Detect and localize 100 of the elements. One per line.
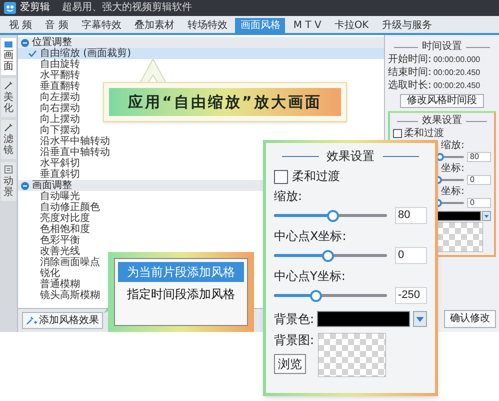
style-label: 色相饱和度 [40, 224, 90, 235]
style-label: 锐化 [40, 268, 60, 279]
style-item[interactable]: 向下摆动 [18, 125, 82, 136]
confirm-button[interactable]: 确认修改 [444, 310, 496, 328]
dropdown-button[interactable] [482, 211, 491, 221]
wand-icon [4, 81, 13, 90]
frame-icon [4, 165, 13, 174]
slider-thumb[interactable] [326, 210, 339, 222]
caret-icon [416, 316, 424, 322]
time-value: 00:00:20.450 [433, 82, 480, 90]
style-item[interactable]: 锐化 [18, 268, 62, 279]
tab[interactable]: 升级与服务 [376, 18, 437, 33]
value-field[interactable]: 80 [395, 207, 427, 224]
style-label: 水平斜切 [40, 158, 80, 169]
background-image-label: 背景图: [274, 333, 314, 348]
slider-label: 中心点X坐标: [274, 229, 348, 244]
color-swatch[interactable] [317, 311, 410, 327]
style-label: 消除画面噪点 [40, 257, 100, 268]
style-label: 沿水平中轴转动 [40, 136, 110, 147]
browse-button[interactable]: 浏览 [274, 354, 306, 374]
style-label: 改善光线 [40, 246, 80, 257]
style-item[interactable]: 向右摆动 [18, 103, 82, 114]
slider-label: 坐标: [441, 163, 464, 174]
collapse-icon[interactable] [21, 182, 29, 190]
style-item[interactable]: 亮度对比度 [18, 213, 92, 224]
style-item[interactable]: 垂直斜切 [18, 169, 82, 180]
background-color-label: 背景色: [274, 312, 314, 326]
style-label: 镜头高斯模糊 [40, 290, 100, 301]
style-item[interactable]: 自动曝光 [18, 191, 82, 202]
value-field[interactable]: 80 [467, 152, 491, 162]
style-label: 自由旋转 [40, 59, 80, 70]
tab[interactable]: 字幕特效 [76, 18, 126, 33]
section-title: 效果设置 [422, 115, 462, 127]
tab[interactable]: 卡拉OK [329, 18, 374, 33]
menu-item[interactable]: 指定时间段添加风格 [118, 284, 244, 304]
side-tab[interactable]: 动景 [1, 162, 16, 201]
style-item[interactable]: 垂直翻转 [18, 81, 82, 92]
wand-icon [4, 123, 13, 132]
tab[interactable]: M T V [288, 18, 326, 33]
style-item[interactable]: 色相饱和度 [18, 224, 92, 235]
style-label: 色彩平衡 [40, 235, 80, 246]
style-item[interactable]: 沿水平中轴转动 [18, 136, 112, 147]
value-field[interactable]: 0 [395, 247, 427, 264]
style-label: 自动修正颜色 [40, 202, 100, 213]
background-image-preview [437, 222, 483, 252]
style-item[interactable]: 沿垂直中轴转动 [18, 147, 112, 158]
style-label: 垂直斜切 [40, 169, 80, 180]
style-label: 向右摆动 [40, 103, 80, 114]
style-label: 向下摆动 [40, 125, 80, 136]
checkbox[interactable] [393, 129, 402, 138]
tab[interactable]: 转场特效 [182, 18, 232, 33]
edit-time-button[interactable]: 修改风格时间段 [400, 94, 484, 108]
style-item[interactable]: 向左摆动 [18, 92, 82, 103]
side-tab[interactable]: 美化 [1, 78, 16, 117]
style-item[interactable]: 自动修正颜色 [18, 202, 102, 213]
style-label: 自由缩放 (画面裁剪) [40, 48, 131, 59]
time-label: 开始时间: [388, 54, 432, 64]
value-field[interactable]: -250 [395, 287, 427, 304]
slider-thumb[interactable] [322, 250, 334, 262]
logo-icon [4, 2, 16, 14]
style-label: 沿垂直中轴转动 [40, 147, 110, 158]
value-field[interactable]: 0 [467, 198, 491, 208]
tab[interactable]: 视 频 [4, 18, 38, 33]
style-label: 向左摆动 [40, 92, 80, 103]
section-title: 效果设置 [326, 148, 374, 164]
style-item[interactable]: 自由缩放 (画面裁剪) [18, 48, 384, 59]
time-value: 00:00:00.000 [433, 56, 480, 64]
side-tab[interactable]: 滤镜 [1, 120, 16, 159]
slider-thumb[interactable] [310, 290, 322, 302]
checkbox[interactable] [274, 170, 288, 184]
style-item[interactable]: 水平翻转 [18, 70, 82, 81]
group-header[interactable]: 位置调整 [18, 37, 384, 48]
group-label: 位置调整 [32, 37, 72, 48]
style-label: 水平翻转 [40, 70, 80, 81]
side-tab[interactable]: 画面 [1, 38, 16, 75]
style-item[interactable]: 改善光线 [18, 246, 82, 257]
style-item[interactable]: 自由旋转 [18, 59, 82, 70]
wand-icon [26, 316, 37, 325]
style-item[interactable]: 镜头高斯模糊 [18, 290, 102, 301]
color-swatch[interactable] [435, 211, 481, 221]
time-label: 选取时长: [388, 80, 432, 90]
style-item[interactable]: 水平斜切 [18, 158, 82, 169]
slider[interactable] [274, 290, 387, 302]
slider[interactable] [274, 210, 387, 222]
style-item[interactable]: 消除画面噪点 [18, 257, 102, 268]
tab[interactable]: 叠加素材 [129, 18, 180, 33]
screen-icon [4, 41, 13, 48]
style-item[interactable]: 色彩平衡 [18, 235, 82, 246]
style-item[interactable]: 向上摆动 [18, 114, 82, 125]
dropdown-button[interactable] [413, 311, 427, 327]
tab[interactable]: 音 频 [40, 18, 74, 33]
style-label: 亮度对比度 [40, 213, 90, 224]
style-label: 垂直翻转 [40, 81, 80, 92]
section-title: 时间设置 [422, 41, 462, 53]
value-field[interactable]: 0 [467, 174, 491, 184]
collapse-icon[interactable] [21, 38, 29, 46]
style-item[interactable]: 普通模糊 [18, 279, 82, 290]
time-label: 结束时间: [388, 68, 432, 78]
add-style-button[interactable]: 添加风格效果 [22, 312, 103, 329]
slider[interactable] [274, 250, 387, 262]
